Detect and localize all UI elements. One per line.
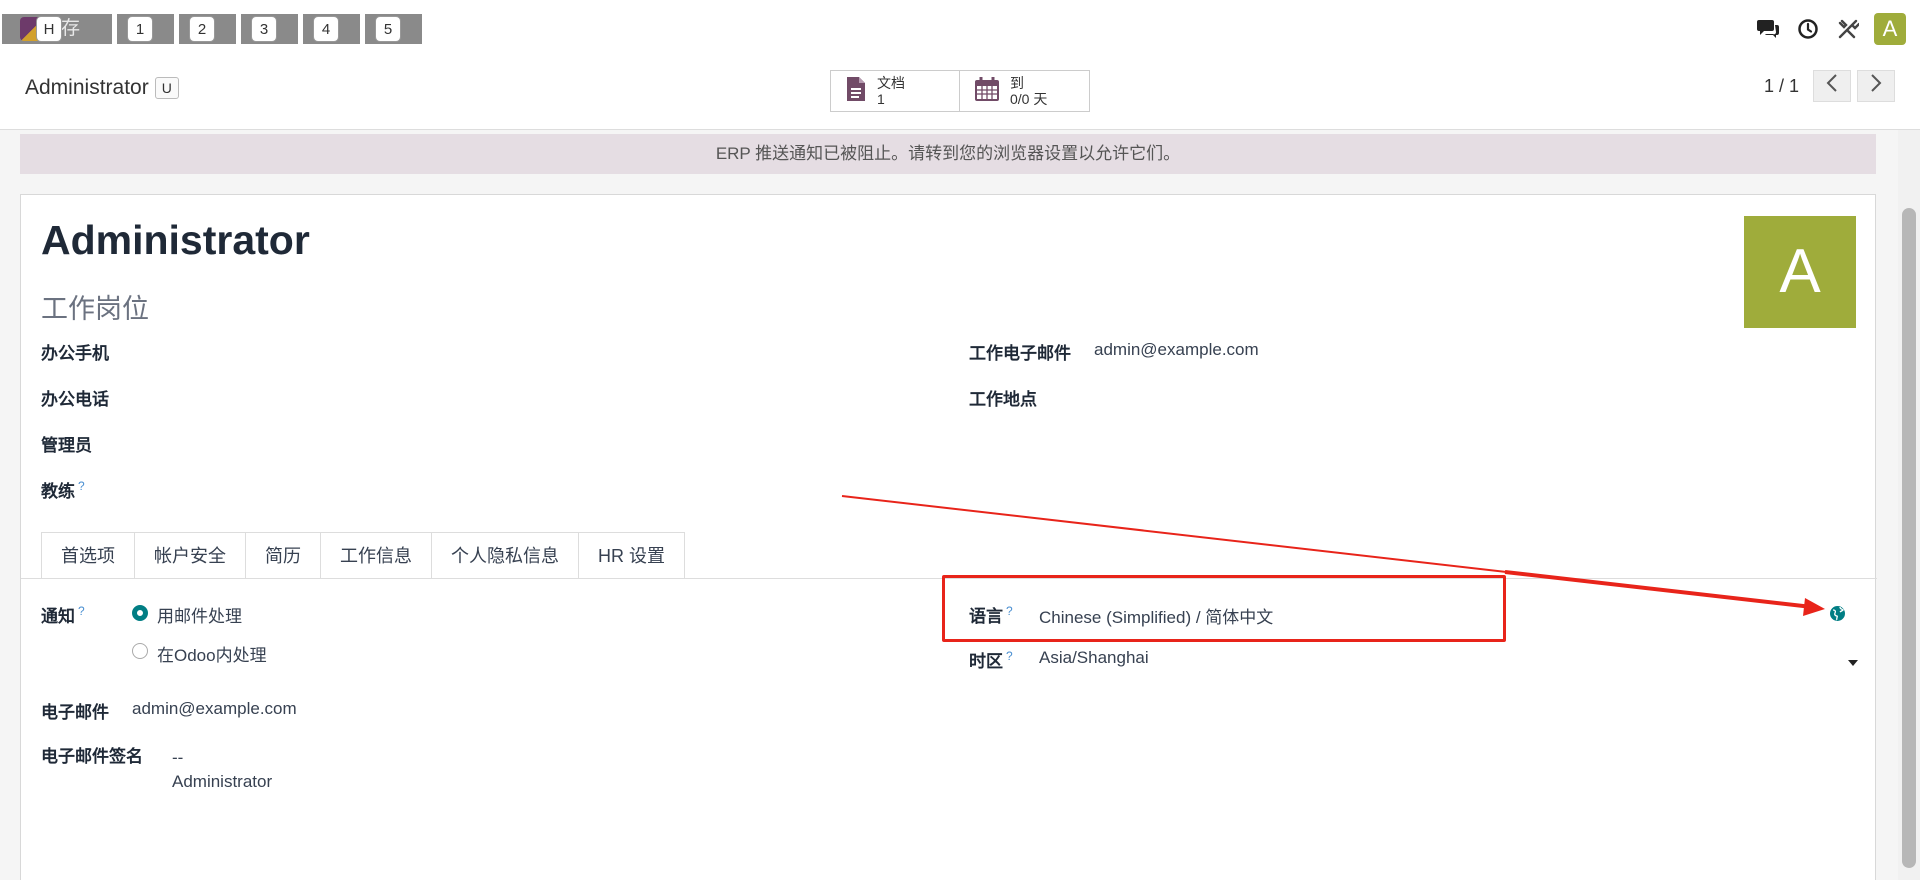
smart-button-text: 文档 1	[877, 75, 905, 107]
tab-preferences[interactable]: 首选项	[41, 532, 135, 579]
coach-label-text: 教练	[41, 482, 75, 501]
tab-account-security[interactable]: 帐户安全	[135, 532, 246, 579]
chevron-right-icon	[1870, 74, 1882, 98]
smart-button-value: 0/0 天	[1010, 91, 1048, 107]
top-navbar: 库存 H 概 1 作 2 产 3 报 4 配 5	[0, 0, 1920, 58]
clock-icon[interactable]	[1794, 15, 1822, 43]
scrollbar-thumb[interactable]	[1902, 208, 1916, 868]
tab-private-info[interactable]: 个人隐私信息	[432, 532, 579, 579]
nav-menu-configuration[interactable]: 配 5	[365, 14, 422, 44]
pager-next-button[interactable]	[1857, 70, 1895, 102]
signature-line[interactable]: --	[172, 748, 183, 768]
control-panel: Administrator U 文档 1 到 0/0 天 1 / 1	[0, 58, 1920, 130]
tab-work-info[interactable]: 工作信息	[321, 532, 432, 579]
globe-icon[interactable]	[1829, 605, 1846, 627]
hotkey-hint: H	[36, 16, 62, 42]
email-field[interactable]: admin@example.com	[132, 699, 297, 719]
tab-resume[interactable]: 简历	[246, 532, 321, 579]
app-menu: 库存 H 概 1 作 2 产 3 报 4 配 5	[2, 14, 427, 44]
notification-email-radio[interactable]	[132, 605, 148, 621]
caret-down-icon[interactable]	[1848, 653, 1858, 671]
field-label-coach: 教练?	[41, 477, 85, 502]
employee-avatar[interactable]: A	[1744, 216, 1856, 328]
pager-previous-button[interactable]	[1813, 70, 1851, 102]
field-label-phone: 办公电话	[41, 390, 109, 409]
chat-icon[interactable]	[1754, 15, 1782, 43]
smart-button-value: 1	[877, 91, 885, 107]
field-label-work-email: 工作电子邮件	[969, 344, 1071, 363]
timezone-label-text: 时区	[969, 652, 1003, 671]
tab-hr-settings[interactable]: HR 设置	[579, 532, 685, 579]
chevron-left-icon	[1826, 74, 1838, 98]
nav-menu-products[interactable]: 产 3	[241, 14, 298, 44]
systray: A	[1754, 13, 1906, 45]
document-icon	[845, 76, 867, 107]
field-label-email: 电子邮件	[41, 703, 109, 722]
hotkey-hint: U	[154, 77, 179, 99]
page-scrollbar[interactable]	[1898, 130, 1920, 880]
smart-button-label: 文档	[877, 75, 905, 91]
smart-buttons: 文档 1 到 0/0 天	[830, 70, 1090, 112]
employee-form-sheet: Administrator 工作岗位 A 办公手机 办公电话 管理员 教练? 工…	[20, 194, 1877, 880]
nav-menu-reporting[interactable]: 报 4	[303, 14, 360, 44]
job-title-field[interactable]: 工作岗位	[41, 287, 149, 326]
smart-button-text: 到 0/0 天	[1010, 75, 1047, 107]
field-label-signature: 电子邮件签名	[41, 747, 143, 766]
breadcrumb: Administrator U	[25, 76, 179, 100]
hotkey-hint: 4	[313, 16, 339, 42]
field-label-mobile: 办公手机	[41, 344, 109, 363]
notification-blocked-banner: ERP 推送通知已被阻止。请转到您的浏览器设置以允许它们。	[20, 134, 1876, 174]
presence-smart-button[interactable]: 到 0/0 天	[960, 70, 1090, 112]
employee-name[interactable]: Administrator	[41, 217, 310, 264]
documents-smart-button[interactable]: 文档 1	[830, 70, 960, 112]
notification-email-label[interactable]: 用邮件处理	[157, 602, 242, 627]
work-email-field[interactable]: admin@example.com	[1094, 340, 1259, 360]
calendar-icon	[974, 76, 1000, 107]
nav-app-inventory[interactable]: 库存 H	[2, 14, 112, 44]
notebook-tabs: 首选项 帐户安全 简历 工作信息 个人隐私信息 HR 设置	[41, 532, 685, 579]
signature-name[interactable]: Administrator	[172, 772, 272, 792]
help-icon[interactable]: ?	[78, 479, 85, 493]
notification-odoo-label[interactable]: 在Odoo内处理	[157, 641, 267, 666]
field-label-manager: 管理员	[41, 436, 92, 455]
field-label-timezone: 时区?	[969, 647, 1013, 672]
hotkey-hint: 3	[251, 16, 277, 42]
field-label-work-location: 工作地点	[969, 390, 1037, 409]
pager: 1 / 1	[1764, 70, 1895, 102]
hotkey-hint: 5	[375, 16, 401, 42]
pager-value[interactable]: 1 / 1	[1764, 76, 1799, 97]
notification-odoo-radio[interactable]	[132, 643, 148, 659]
breadcrumb-current: Administrator	[25, 76, 149, 99]
nav-menu-overview[interactable]: 概 1	[117, 14, 174, 44]
annotation-highlight-box	[942, 575, 1506, 642]
hotkey-hint: 1	[127, 16, 153, 42]
hotkey-hint: 2	[189, 16, 215, 42]
nav-menu-operations[interactable]: 作 2	[179, 14, 236, 44]
timezone-select[interactable]: Asia/Shanghai	[1039, 648, 1149, 668]
help-icon[interactable]: ?	[1006, 649, 1013, 663]
field-label-notification: 通知?	[41, 602, 85, 627]
tools-icon[interactable]	[1834, 15, 1862, 43]
smart-button-label: 到	[1010, 75, 1024, 91]
help-icon[interactable]: ?	[78, 604, 85, 618]
notification-label-text: 通知	[41, 607, 75, 626]
user-avatar[interactable]: A	[1874, 13, 1906, 45]
